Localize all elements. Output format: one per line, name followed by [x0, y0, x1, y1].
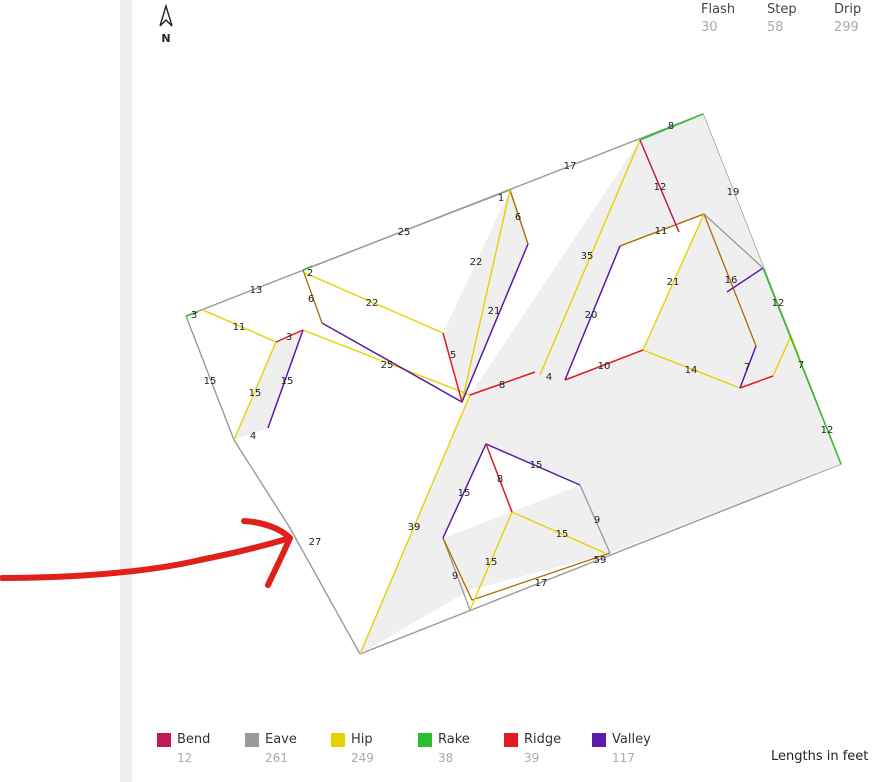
- measurement-label: 17: [564, 161, 577, 172]
- measurement-label: 8: [668, 121, 674, 132]
- measurement-label: 12: [654, 182, 667, 193]
- measurement-label: 15: [249, 388, 262, 399]
- measurement-label: 6: [308, 294, 314, 305]
- measurement-label: 11: [233, 322, 246, 333]
- legend-item-hip: Hip 249: [331, 729, 421, 765]
- measurement-label: 20: [585, 310, 598, 321]
- roof-diagram: 8 17 19 12 25 1 6 22 21 5 13 2 6 22 3 11…: [0, 113, 842, 655]
- measurement-label: 9: [594, 515, 600, 526]
- measurement-label: 11: [655, 226, 668, 237]
- measurement-label: 27: [309, 537, 322, 548]
- legend-value: 12: [177, 751, 193, 765]
- measurement-label: 25: [381, 360, 394, 371]
- measurement-label: 15: [204, 376, 217, 387]
- measurement-label: 7: [744, 362, 750, 373]
- measurement-label: 10: [598, 361, 611, 372]
- measurement-label: 39: [408, 522, 421, 533]
- measurement-label: 2: [307, 268, 313, 279]
- legend-swatch: [331, 732, 345, 747]
- legend-item-ridge: Ridge 39: [504, 729, 594, 765]
- measurement-label: 22: [470, 257, 483, 268]
- legend-value: 261: [265, 751, 288, 765]
- measurement-label: 15: [530, 460, 543, 471]
- legend-item-bend: Bend 12: [157, 729, 247, 765]
- measurement-label: 3: [191, 310, 197, 321]
- measurement-label: 59: [594, 555, 607, 566]
- legend-label: Hip: [351, 732, 373, 747]
- measurement-label: 14: [685, 365, 698, 376]
- measurement-label: 19: [727, 187, 740, 198]
- legend-item-rake: Rake 38: [418, 729, 508, 765]
- legend-item-eave: Eave 261: [245, 729, 335, 765]
- legend-label: Eave: [265, 732, 297, 747]
- measurement-label: 4: [546, 372, 552, 383]
- measurement-label: 25: [398, 227, 411, 238]
- legend-label: Rake: [438, 732, 470, 747]
- units-note: Lengths in feet: [771, 749, 869, 764]
- measurement-label: 16: [725, 275, 738, 286]
- legend-swatch: [592, 732, 606, 747]
- measurement-label: 12: [821, 425, 834, 436]
- measurement-label: 12: [772, 298, 785, 309]
- measurement-label: 15: [556, 529, 569, 540]
- measurement-label: 17: [535, 578, 548, 589]
- measurement-label: 21: [667, 277, 680, 288]
- legend-label: Valley: [612, 732, 651, 747]
- legend-label: Bend: [177, 732, 211, 747]
- measurement-label: 7: [798, 360, 804, 371]
- legend-swatch: [418, 732, 432, 747]
- measurement-label: 5: [450, 350, 456, 361]
- line-type-legend: Bend 12 Eave 261 Hip 249 Rake 38 Ridge 3…: [157, 729, 717, 769]
- legend-swatch: [245, 732, 259, 747]
- legend-item-valley: Valley 117: [592, 729, 682, 765]
- legend-label: Ridge: [524, 732, 562, 747]
- measurement-label: 13: [250, 285, 263, 296]
- measurement-label: 6: [515, 212, 521, 223]
- measurement-label: 22: [366, 298, 379, 309]
- legend-value: 249: [351, 751, 374, 765]
- measurement-label: 21: [488, 306, 501, 317]
- legend-value: 38: [438, 751, 454, 765]
- measurement-label: 9: [452, 571, 458, 582]
- measurement-label: 4: [250, 431, 256, 442]
- legend-value: 39: [524, 751, 540, 765]
- measurement-label: 1: [498, 193, 504, 204]
- legend-value: 117: [612, 751, 635, 765]
- legend-swatch: [157, 732, 171, 747]
- measurement-label: 3: [286, 332, 292, 343]
- measurement-label: 8: [497, 474, 503, 485]
- measurement-label: 15: [458, 488, 471, 499]
- legend-swatch: [504, 732, 518, 747]
- annotation-arrow: [0, 518, 293, 588]
- measurement-label: 15: [281, 376, 294, 387]
- measurement-label: 15: [485, 557, 498, 568]
- measurement-label: 35: [581, 251, 594, 262]
- measurement-label: 8: [499, 380, 505, 391]
